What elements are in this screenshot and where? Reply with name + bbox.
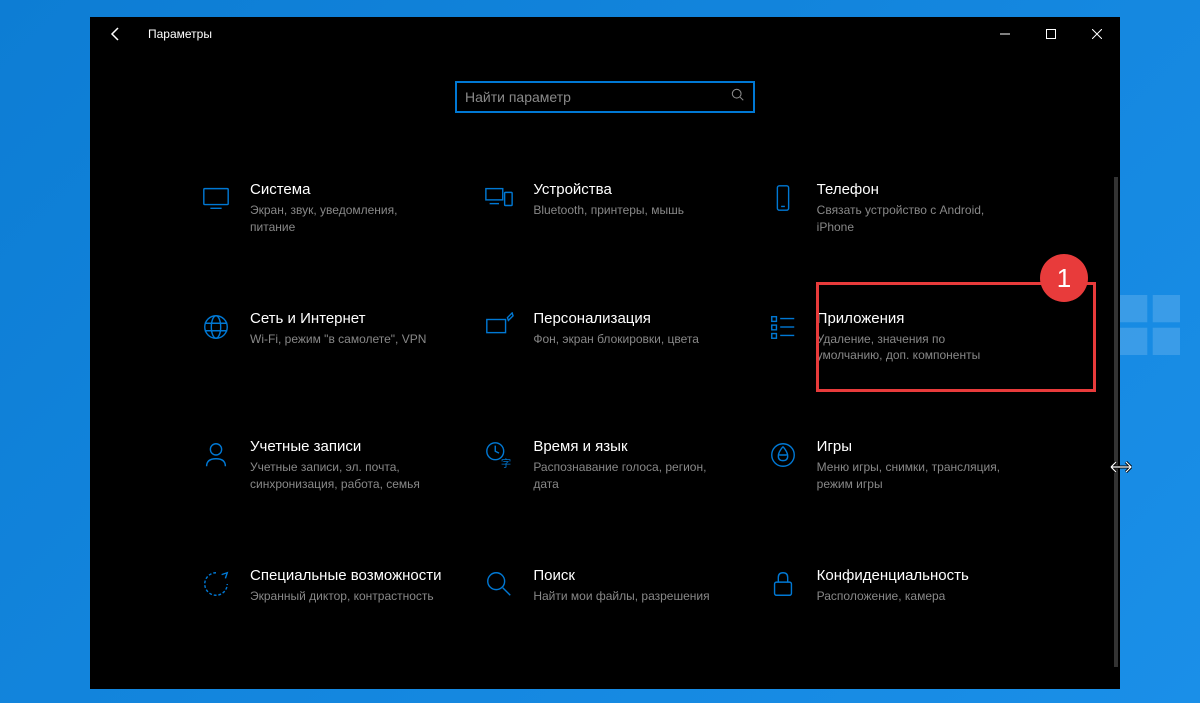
tile-desc: Меню игры, снимки, трансляция, режим игр… bbox=[817, 459, 1010, 493]
svg-text:字: 字 bbox=[501, 457, 511, 470]
accessibility-icon bbox=[200, 569, 232, 601]
tile-title: Учетные записи bbox=[250, 438, 443, 455]
search-input[interactable] bbox=[465, 89, 731, 105]
tile-desc: Экран, звук, уведомления, питание bbox=[250, 202, 443, 236]
tile-devices[interactable]: Устройства Bluetooth, принтеры, мышь bbox=[473, 173, 736, 244]
tile-desc: Расположение, камера bbox=[817, 588, 1010, 605]
tile-system[interactable]: Система Экран, звук, уведомления, питани… bbox=[190, 173, 453, 244]
devices-icon bbox=[483, 183, 515, 215]
tile-title: Телефон bbox=[817, 181, 1010, 198]
tile-title: Поиск bbox=[533, 567, 726, 584]
tile-desc: Учетные записи, эл. почта, синхронизация… bbox=[250, 459, 443, 493]
window-controls bbox=[982, 18, 1120, 50]
settings-window: Параметры Система bbox=[90, 17, 1120, 689]
tile-title: Система bbox=[250, 181, 443, 198]
search-icon bbox=[731, 88, 745, 107]
tile-title: Приложения bbox=[817, 310, 1010, 327]
tile-desc: Фон, экран блокировки, цвета bbox=[533, 331, 726, 348]
apps-icon bbox=[767, 312, 799, 344]
tile-privacy[interactable]: Конфиденциальность Расположение, камера bbox=[757, 559, 1020, 613]
settings-grid: Система Экран, звук, уведомления, питани… bbox=[90, 123, 1120, 613]
tile-network[interactable]: Сеть и Интернет Wi-Fi, режим "в самолете… bbox=[190, 302, 453, 373]
tile-desc: Удаление, значения по умолчанию, доп. ко… bbox=[817, 331, 1010, 365]
search-tile-icon bbox=[483, 569, 515, 601]
system-icon bbox=[200, 183, 232, 215]
tile-desc: Распознавание голоса, регион, дата bbox=[533, 459, 726, 493]
maximize-button[interactable] bbox=[1028, 18, 1074, 50]
titlebar: Параметры bbox=[90, 17, 1120, 51]
tile-gaming[interactable]: Игры Меню игры, снимки, трансляция, режи… bbox=[757, 430, 1020, 501]
tile-search[interactable]: Поиск Найти мои файлы, разрешения bbox=[473, 559, 736, 613]
tile-title: Игры bbox=[817, 438, 1010, 455]
annotation-badge: 1 bbox=[1040, 254, 1088, 302]
tile-title: Устройства bbox=[533, 181, 726, 198]
network-icon bbox=[200, 312, 232, 344]
tile-desc: Найти мои файлы, разрешения bbox=[533, 588, 726, 605]
tile-title: Специальные возможности bbox=[250, 567, 443, 584]
tile-desc: Экранный диктор, контрастность bbox=[250, 588, 443, 605]
time-language-icon: 字 bbox=[483, 440, 515, 472]
tile-apps[interactable]: Приложения Удаление, значения по умолчан… bbox=[757, 302, 1020, 373]
tile-accounts[interactable]: Учетные записи Учетные записи, эл. почта… bbox=[190, 430, 453, 501]
search-container bbox=[90, 51, 1120, 123]
tile-title: Время и язык bbox=[533, 438, 726, 455]
tile-desc: Bluetooth, принтеры, мышь bbox=[533, 202, 726, 219]
back-button[interactable] bbox=[104, 22, 128, 46]
search-box[interactable] bbox=[455, 81, 755, 113]
close-button[interactable] bbox=[1074, 18, 1120, 50]
phone-icon bbox=[767, 183, 799, 215]
minimize-button[interactable] bbox=[982, 18, 1028, 50]
personalization-icon bbox=[483, 312, 515, 344]
gaming-icon bbox=[767, 440, 799, 472]
desktop-windows-logo bbox=[1120, 265, 1180, 325]
tile-desc: Связать устройство с Android, iPhone bbox=[817, 202, 1010, 236]
tile-desc: Wi-Fi, режим "в самолете", VPN bbox=[250, 331, 443, 348]
privacy-icon bbox=[767, 569, 799, 601]
tile-time-language[interactable]: 字 Время и язык Распознавание голоса, рег… bbox=[473, 430, 736, 501]
tile-title: Персонализация bbox=[533, 310, 726, 327]
tile-accessibility[interactable]: Специальные возможности Экранный диктор,… bbox=[190, 559, 453, 613]
tile-phone[interactable]: Телефон Связать устройство с Android, iP… bbox=[757, 173, 1020, 244]
scrollbar[interactable] bbox=[1114, 177, 1118, 667]
tile-title: Сеть и Интернет bbox=[250, 310, 443, 327]
tile-personalization[interactable]: Персонализация Фон, экран блокировки, цв… bbox=[473, 302, 736, 373]
resize-cursor-icon bbox=[1110, 460, 1132, 479]
accounts-icon bbox=[200, 440, 232, 472]
tile-title: Конфиденциальность bbox=[817, 567, 1010, 584]
window-title: Параметры bbox=[148, 27, 212, 41]
